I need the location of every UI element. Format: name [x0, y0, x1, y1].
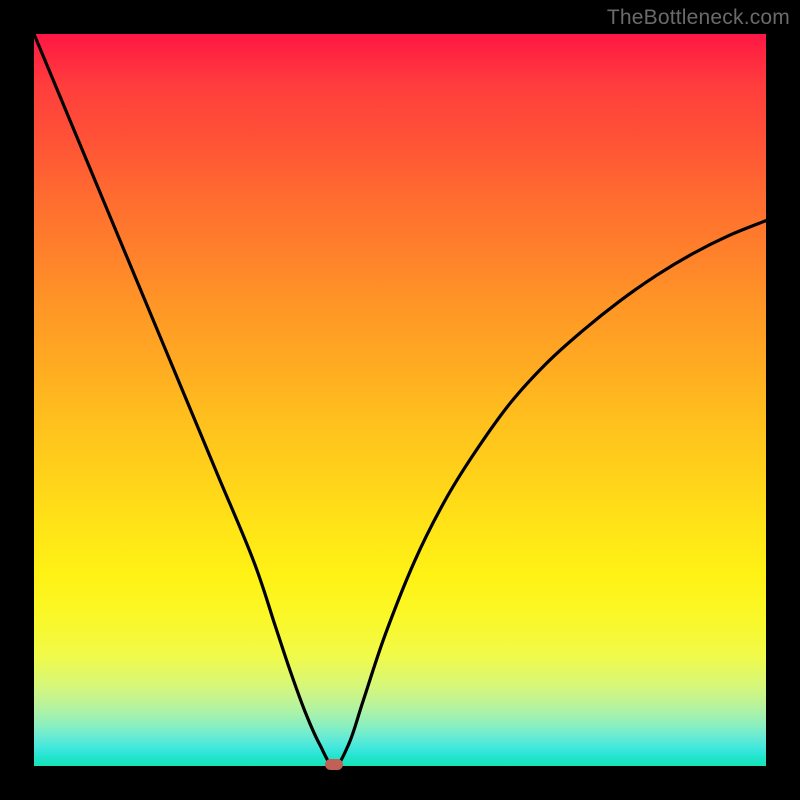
optimal-point-marker	[325, 759, 343, 770]
bottleneck-curve	[34, 34, 766, 766]
chart-frame: TheBottleneck.com	[0, 0, 800, 800]
watermark-text: TheBottleneck.com	[607, 6, 790, 30]
plot-area	[34, 34, 766, 766]
